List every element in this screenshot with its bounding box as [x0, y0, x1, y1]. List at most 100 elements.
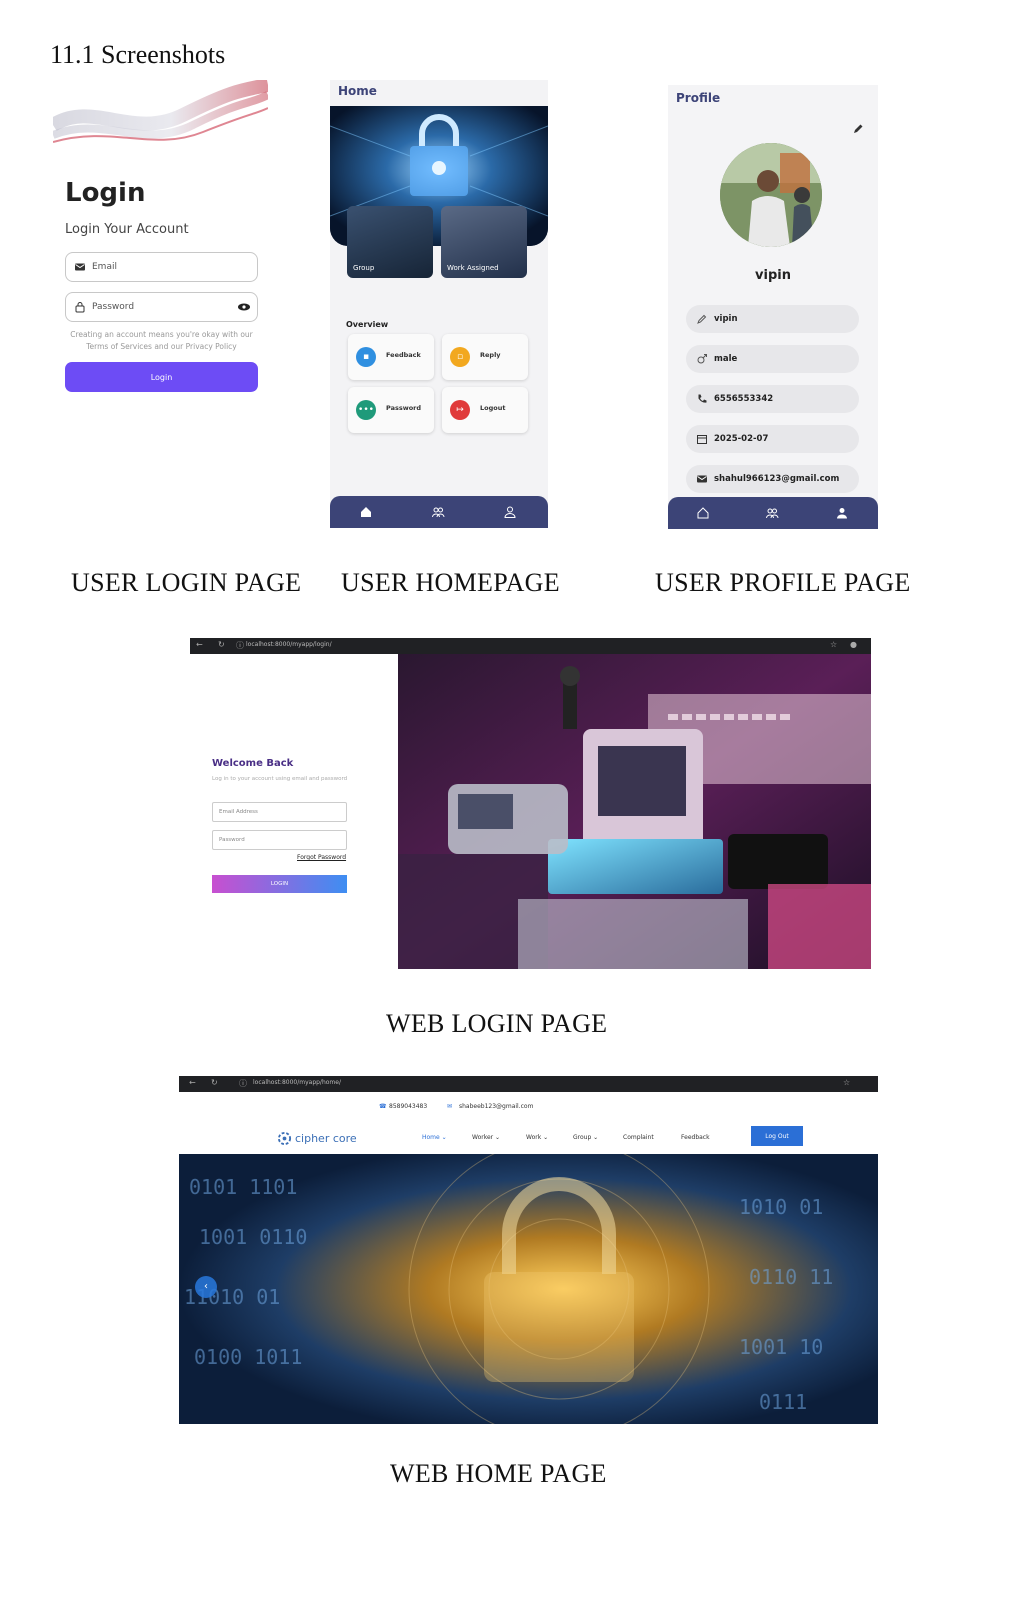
group-icon[interactable]	[765, 506, 779, 520]
menu-group[interactable]: Group ⌄	[573, 1134, 598, 1141]
caption-user-profile: USER PROFILE PAGE	[655, 568, 911, 597]
cyber-lock-hero-image: 0101 1101 1001 0110 11010 01 0100 1011 101…	[179, 1154, 878, 1424]
terms-line-1: Creating an account means you're okay wi…	[70, 330, 253, 339]
person-icon[interactable]	[835, 506, 849, 520]
group-icon[interactable]	[431, 505, 445, 519]
retro-computer-photo	[398, 654, 871, 969]
mail-icon	[75, 263, 85, 271]
email-placeholder: Email	[92, 262, 117, 272]
logout-button[interactable]: Log Out	[751, 1126, 803, 1146]
svg-text:1001 0110: 1001 0110	[199, 1225, 307, 1249]
card-reply[interactable]: ▫ Reply	[442, 334, 528, 380]
menu-worker[interactable]: Worker ⌄	[472, 1134, 500, 1141]
terms-text: Creating an account means you're okay wi…	[65, 329, 258, 353]
caption-web-home: WEB HOME PAGE	[390, 1459, 607, 1488]
contact-email: shabeeb123@gmail.com	[459, 1103, 534, 1110]
profile-icon[interactable]: ●	[850, 640, 857, 649]
menu-home[interactable]: Home ⌄	[422, 1134, 447, 1141]
back-icon[interactable]: ←	[196, 640, 203, 649]
logo-text[interactable]: cipher core	[295, 1132, 357, 1145]
logo-icon	[277, 1131, 292, 1146]
password-field[interactable]: Password	[212, 830, 347, 850]
web-login-screenshot: ← ↻ ⓘ localhost:8000/myapp/login/ ☆ ● We…	[190, 638, 871, 969]
field-phone[interactable]: 6556553342	[686, 385, 859, 413]
male-icon	[697, 354, 707, 364]
mail-icon: ✉	[447, 1103, 453, 1110]
reload-icon[interactable]: ↻	[218, 640, 225, 649]
phone-icon: ☎	[379, 1103, 387, 1110]
avatar	[720, 143, 822, 247]
eye-icon[interactable]	[237, 301, 251, 313]
overview-title: Overview	[346, 320, 389, 329]
field-email-value: shahul966123@gmail.com	[714, 474, 840, 484]
forgot-password-link[interactable]: Forgot Password	[297, 854, 346, 861]
home-icon[interactable]	[359, 505, 373, 519]
menu-complaint[interactable]: Complaint	[623, 1134, 654, 1141]
svg-text:0111: 0111	[759, 1390, 807, 1414]
star-icon[interactable]: ☆	[843, 1078, 850, 1087]
calendar-icon	[697, 435, 707, 444]
browser-bar: ← ↻ ⓘ localhost:8000/myapp/login/ ☆ ●	[190, 638, 871, 654]
email-field[interactable]: Email Address	[212, 802, 347, 822]
bottom-nav	[668, 497, 878, 529]
tile-work-assigned-label: Work Assigned	[447, 264, 499, 272]
logout-icon: ↦	[450, 400, 470, 420]
person-icon[interactable]	[503, 505, 517, 519]
card-feedback[interactable]: ▪ Feedback	[348, 334, 434, 380]
contact-phone: 8589043483	[389, 1103, 428, 1110]
login-title: Login	[65, 178, 146, 208]
login-panel: Welcome Back Log in to your account usin…	[190, 654, 398, 969]
wave-decoration	[53, 80, 268, 155]
card-password[interactable]: ••• Password	[348, 387, 434, 433]
email-field[interactable]: Email	[65, 252, 258, 282]
mobile-login-screenshot: Login Login Your Account Email Password …	[53, 80, 268, 410]
main-nav: cipher core Home ⌄ Worker ⌄ Work ⌄ Group…	[179, 1122, 878, 1152]
mobile-profile-screenshot: Profile vipin vipin male 6556553342 2025…	[668, 85, 878, 529]
svg-text:0110 11: 0110 11	[749, 1265, 833, 1289]
chat-icon: ▪	[356, 347, 376, 367]
address-bar[interactable]: localhost:8000/myapp/home/	[253, 1079, 341, 1086]
field-phone-value: 6556553342	[714, 394, 774, 404]
password-field[interactable]: Password	[65, 292, 258, 322]
login-button[interactable]: LOGIN	[212, 875, 347, 893]
terms-line-2: Terms of Services and our Privacy Policy	[86, 342, 237, 351]
field-username[interactable]: vipin	[686, 305, 859, 333]
home-header: Home	[338, 84, 377, 98]
info-icon: ⓘ	[239, 1079, 247, 1088]
field-gender-value: male	[714, 354, 738, 364]
svg-text:1010 01: 1010 01	[739, 1195, 823, 1219]
profile-name: vipin	[755, 268, 791, 283]
section-title: 11.1 Screenshots	[50, 40, 226, 69]
home-icon[interactable]	[696, 506, 710, 520]
tile-group[interactable]: Group	[347, 206, 433, 278]
svg-text:0100 1011: 0100 1011	[194, 1345, 302, 1369]
lock-icon	[75, 302, 85, 313]
mail-icon	[697, 475, 707, 483]
card-reply-label: Reply	[480, 351, 501, 359]
carousel-prev-button[interactable]: ‹	[195, 1276, 217, 1298]
mobile-home-screenshot: Home Group Work Assigned Overview ▪ Feed…	[330, 80, 548, 528]
dots-icon: •••	[356, 400, 376, 420]
card-logout[interactable]: ↦ Logout	[442, 387, 528, 433]
field-email[interactable]: shahul966123@gmail.com	[686, 465, 859, 493]
login-button[interactable]: Login	[65, 362, 258, 392]
browser-bar: ← ↻ ⓘ localhost:8000/myapp/home/ ☆	[179, 1076, 878, 1092]
menu-work[interactable]: Work ⌄	[526, 1134, 548, 1141]
field-date[interactable]: 2025-02-07	[686, 425, 859, 453]
caption-user-home: USER HOMEPAGE	[341, 568, 560, 597]
caption-web-login: WEB LOGIN PAGE	[386, 1009, 608, 1038]
field-gender[interactable]: male	[686, 345, 859, 373]
menu-feedback[interactable]: Feedback	[681, 1134, 710, 1141]
svg-text:0101 1101: 0101 1101	[189, 1175, 297, 1199]
address-bar[interactable]: localhost:8000/myapp/login/	[246, 641, 332, 648]
reload-icon[interactable]: ↻	[211, 1078, 218, 1087]
bottom-nav	[330, 496, 548, 528]
phone-icon	[698, 394, 707, 403]
web-home-screenshot: ← ↻ ⓘ localhost:8000/myapp/home/ ☆ ☎ 858…	[179, 1076, 878, 1424]
profile-header: Profile	[676, 91, 721, 105]
back-icon[interactable]: ←	[189, 1078, 196, 1087]
edit-pencil-icon[interactable]	[852, 123, 864, 135]
star-icon[interactable]: ☆	[830, 640, 837, 649]
tile-work-assigned[interactable]: Work Assigned	[441, 206, 527, 278]
field-date-value: 2025-02-07	[714, 434, 769, 444]
